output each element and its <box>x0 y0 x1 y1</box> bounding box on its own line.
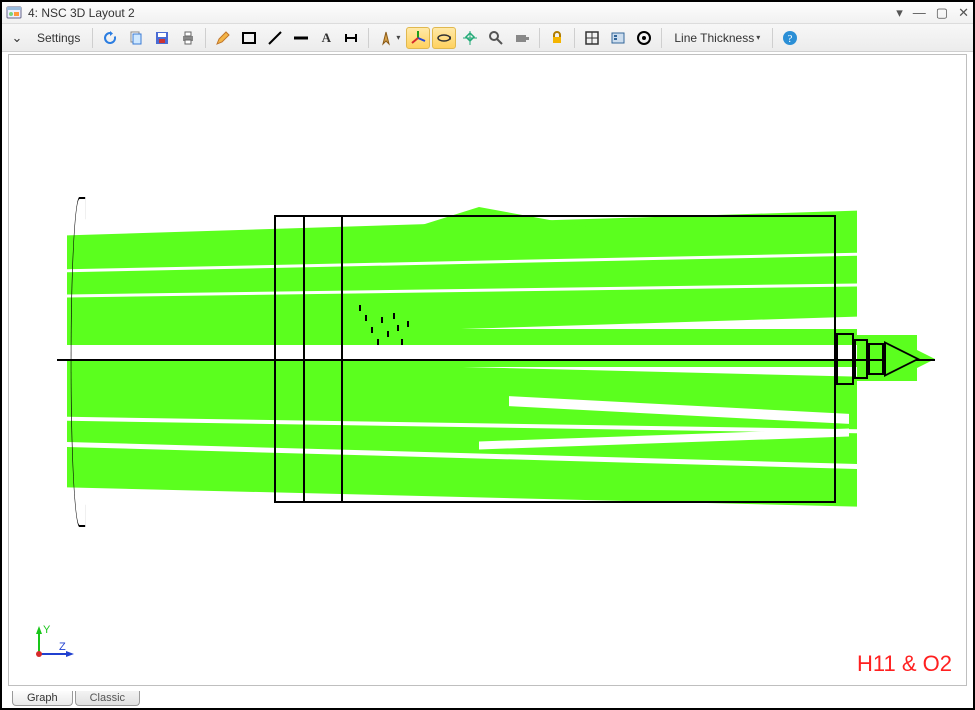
rotate-view-button[interactable] <box>432 27 456 49</box>
minimize-button[interactable]: — <box>913 6 926 19</box>
dimension-icon <box>343 30 359 46</box>
toolbar-separator <box>772 28 773 48</box>
copy-clipboard-icon <box>128 30 144 46</box>
text-annotation-icon: A <box>322 30 331 46</box>
camera-view-button[interactable] <box>510 27 534 49</box>
configure-icon <box>610 30 626 46</box>
text-annotation-button[interactable]: A <box>315 27 337 49</box>
save-button[interactable] <box>150 27 174 49</box>
compass-tool-button[interactable]: ▾ <box>374 27 404 49</box>
rotate-view-icon <box>436 30 452 46</box>
line-thickness-label: Line Thickness <box>674 31 754 45</box>
optic-element-outline <box>868 343 884 375</box>
axes-triad-button[interactable] <box>406 27 430 49</box>
tab-graph[interactable]: Graph <box>12 691 73 706</box>
lens-surface-outline <box>71 197 86 527</box>
zoom-magnifier-icon <box>488 30 504 46</box>
titlebar: 4: NSC 3D Layout 2 ▾ — ▢ ✕ <box>2 2 973 24</box>
axis-y-label: Y <box>43 624 51 636</box>
camera-view-icon <box>514 30 530 46</box>
expand-settings-button[interactable]: ⌄ <box>6 27 28 49</box>
window-title: 4: NSC 3D Layout 2 <box>28 6 135 20</box>
window-controls: ▾ — ▢ ✕ <box>896 6 969 19</box>
rectangle-tool-button[interactable] <box>237 27 261 49</box>
lock-view-icon <box>549 30 565 46</box>
close-button[interactable]: ✕ <box>958 6 969 19</box>
settings-button[interactable]: Settings <box>30 27 87 49</box>
configure-button[interactable] <box>606 27 630 49</box>
toolbar: ⌄ Settings <box>2 24 973 52</box>
toolbar-separator <box>661 28 662 48</box>
toolbar-separator <box>539 28 540 48</box>
axis-z-label: Z <box>59 641 66 653</box>
chevron-down-icon: ▾ <box>756 33 760 42</box>
zoom-extents-button[interactable] <box>580 27 604 49</box>
tab-strip: Graph Classic <box>12 688 142 706</box>
coordinate-triad: Y Z <box>29 624 79 667</box>
beam-exit-cone-outline <box>884 341 920 377</box>
diagonal-line-icon <box>267 30 283 46</box>
zoom-button[interactable] <box>484 27 508 49</box>
target-button[interactable] <box>632 27 656 49</box>
zoom-extents-icon <box>584 30 600 46</box>
compass-tool-icon <box>378 30 394 46</box>
dimension-tool-button[interactable] <box>339 27 363 49</box>
toolbar-separator <box>368 28 369 48</box>
pencil-tool-button[interactable] <box>211 27 235 49</box>
help-icon: ? <box>782 30 798 46</box>
lock-view-button[interactable] <box>545 27 569 49</box>
window-menu-dropdown[interactable]: ▾ <box>896 6 903 19</box>
toolbar-separator <box>205 28 206 48</box>
print-button[interactable] <box>176 27 200 49</box>
tab-classic[interactable]: Classic <box>75 691 140 706</box>
overlay-text-label: H11 & O2 <box>857 651 952 677</box>
pencil-draw-icon <box>215 30 231 46</box>
print-icon <box>180 30 196 46</box>
pan-hand-icon <box>462 30 478 46</box>
axes-triad-icon <box>410 30 426 46</box>
toolbar-separator <box>574 28 575 48</box>
horizontal-line-tool-button[interactable] <box>289 27 313 49</box>
optical-axis-line <box>57 359 935 361</box>
chevron-down-icon: ⌄ <box>12 30 23 46</box>
maximize-button[interactable]: ▢ <box>936 6 948 19</box>
copy-button[interactable] <box>124 27 148 49</box>
svg-text:?: ? <box>788 33 793 45</box>
refresh-icon <box>102 30 118 46</box>
help-button[interactable]: ? <box>778 27 802 49</box>
rectangle-icon <box>241 30 257 46</box>
target-icon <box>636 30 652 46</box>
diagonal-line-tool-button[interactable] <box>263 27 287 49</box>
pan-view-button[interactable] <box>458 27 482 49</box>
optic-element-outline <box>836 333 854 385</box>
line-thickness-dropdown[interactable]: Line Thickness ▾ <box>667 27 767 49</box>
horizontal-line-icon <box>293 30 309 46</box>
layout-3d-viewport[interactable]: Y Z H11 & O2 <box>8 54 967 686</box>
optic-element-outline <box>854 339 868 379</box>
toolbar-separator <box>92 28 93 48</box>
save-icon <box>154 30 170 46</box>
chevron-down-icon: ▾ <box>396 33 400 42</box>
refresh-button[interactable] <box>98 27 122 49</box>
app-icon <box>6 5 22 21</box>
